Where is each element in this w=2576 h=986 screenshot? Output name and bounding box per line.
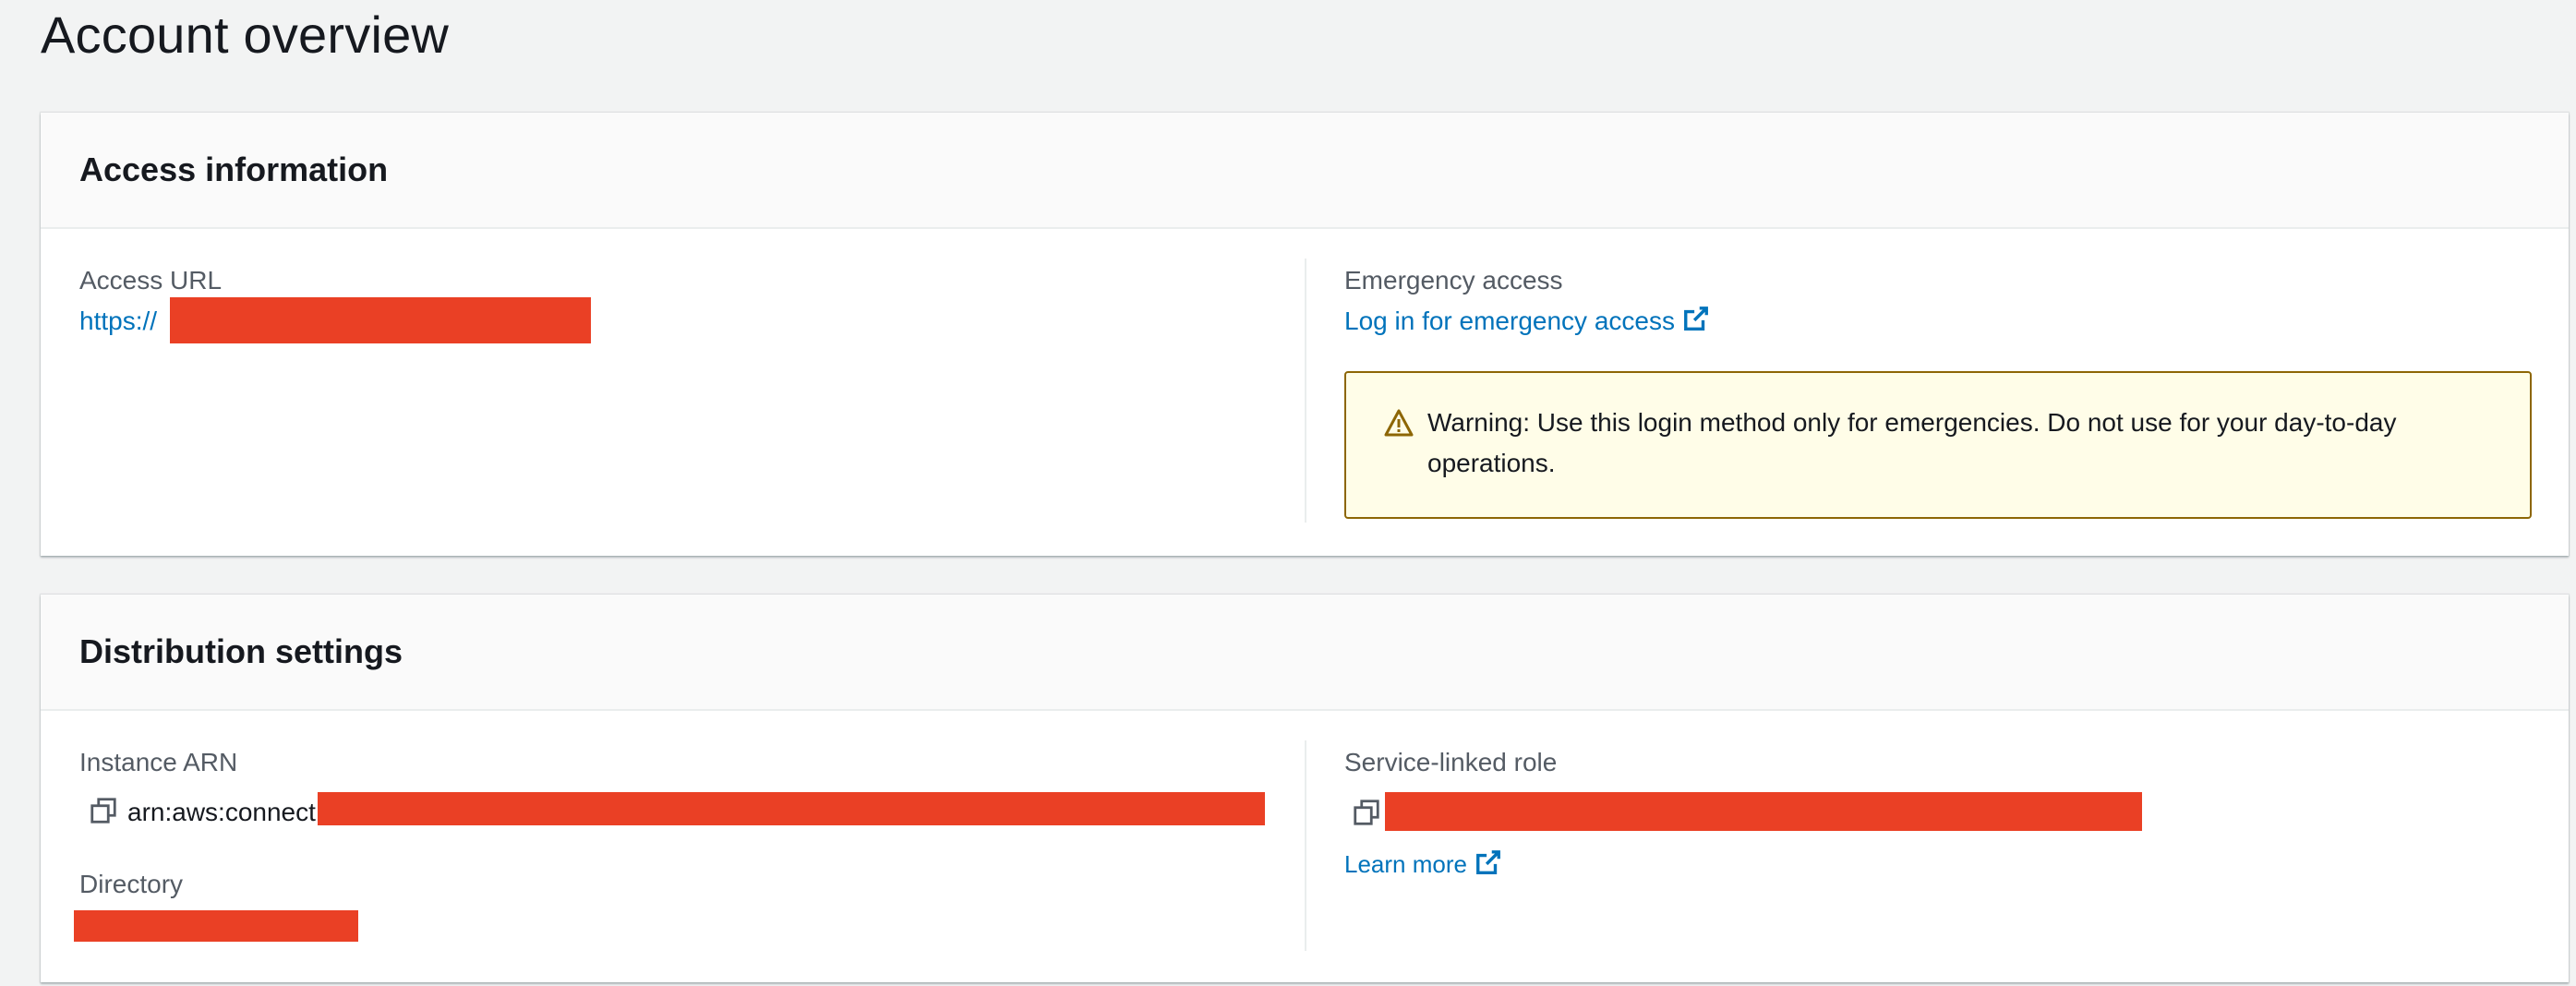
copy-instance-arn-icon[interactable] <box>90 798 116 828</box>
access-url-prefix: https:// <box>79 307 158 335</box>
redacted-instance-arn <box>318 792 1265 825</box>
access-url-link[interactable]: https:// <box>79 305 157 338</box>
distribution-settings-panel: Distribution settings Instance ARN arn:a… <box>41 595 2569 982</box>
emergency-warning-alert: Warning: Use this login method only for … <box>1344 371 2532 519</box>
page-title: Account overview <box>41 6 450 64</box>
warning-message: Warning: Use this login method only for … <box>1427 408 2397 477</box>
access-url-label: Access URL <box>79 266 223 295</box>
column-divider <box>1305 259 1306 523</box>
access-information-heading: Access information <box>79 150 389 188</box>
learn-more-link[interactable]: Learn more <box>1344 848 1502 884</box>
redacted-directory <box>74 910 358 942</box>
redacted-service-role <box>1385 792 2142 831</box>
instance-arn-value: arn:aws:connect <box>127 798 316 826</box>
directory-label: Directory <box>79 870 184 898</box>
external-link-icon <box>1475 848 1502 884</box>
column-divider <box>1305 740 1306 951</box>
external-link-icon <box>1682 305 1710 341</box>
service-linked-role-label: Service-linked role <box>1344 748 1558 776</box>
copy-service-role-icon[interactable] <box>1354 800 1379 830</box>
learn-more-link-text: Learn more <box>1344 850 1467 878</box>
distribution-settings-heading: Distribution settings <box>79 632 403 670</box>
distribution-settings-header: Distribution settings <box>41 595 2569 711</box>
warning-icon <box>1383 408 1414 442</box>
instance-arn-label: Instance ARN <box>79 748 238 776</box>
emergency-login-link-text: Log in for emergency access <box>1344 307 1675 335</box>
emergency-access-label: Emergency access <box>1344 266 1563 295</box>
access-information-header: Access information <box>41 113 2569 229</box>
access-information-panel: Access information Access URL https:// E… <box>41 113 2569 556</box>
redacted-access-url <box>170 297 591 343</box>
emergency-login-link[interactable]: Log in for emergency access <box>1344 305 1710 341</box>
